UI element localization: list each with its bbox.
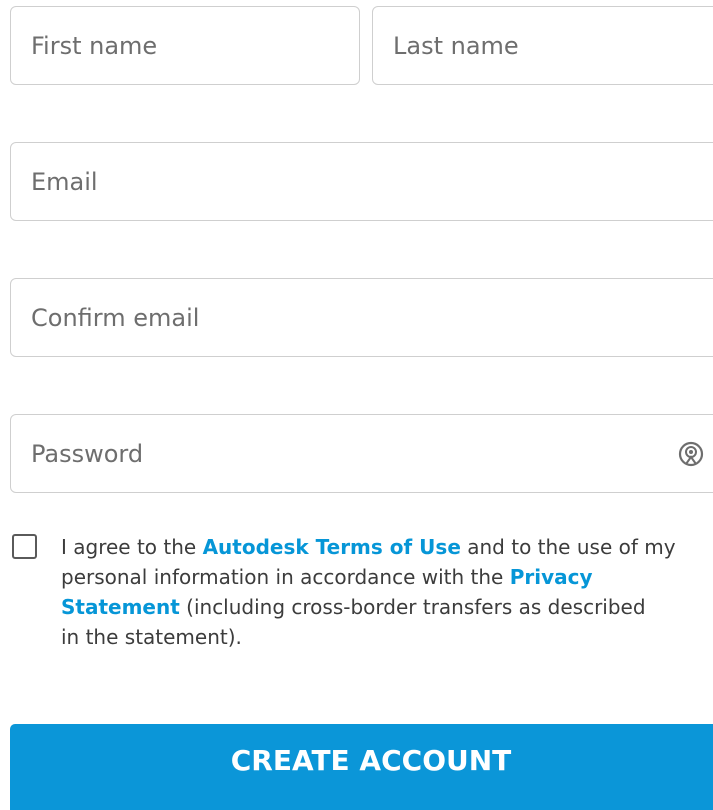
first-name-input[interactable]	[11, 7, 359, 84]
last-name-field[interactable]	[372, 6, 713, 85]
consent-line-4: in the statement).	[61, 625, 242, 649]
first-name-field[interactable]	[10, 6, 360, 85]
confirm-email-input[interactable]	[11, 279, 713, 356]
password-field[interactable]	[10, 414, 713, 493]
confirm-email-field[interactable]	[10, 278, 713, 357]
email-field[interactable]	[10, 142, 713, 221]
consent-text-post-terms: and to the use of my	[460, 535, 676, 559]
terms-consent-text: I agree to the Autodesk Terms of Use and…	[61, 532, 713, 652]
consent-line-1: I agree to the Autodesk Terms of Use and…	[61, 532, 713, 562]
password-input[interactable]	[11, 415, 713, 492]
consent-line-2: personal information in accordance with …	[61, 562, 713, 592]
privacy-statement-link[interactable]: Privacy	[510, 565, 593, 589]
privacy-statement-link-cont[interactable]: Statement	[61, 595, 180, 619]
terms-checkbox[interactable]	[12, 534, 37, 559]
consent-text-pre-privacy: personal information in accordance with …	[61, 565, 510, 589]
terms-of-use-link[interactable]: Autodesk Terms of Use	[203, 535, 461, 559]
email-input[interactable]	[11, 143, 713, 220]
consent-text-pre-terms: I agree to the	[61, 535, 203, 559]
last-name-input[interactable]	[373, 7, 713, 84]
create-account-button[interactable]: CREATE ACCOUNT	[10, 724, 713, 810]
consent-text-transfers: (including cross-border transfers as des…	[179, 595, 646, 619]
consent-line-3: Statement (including cross-border transf…	[61, 592, 713, 622]
eye-icon[interactable]	[677, 440, 705, 468]
